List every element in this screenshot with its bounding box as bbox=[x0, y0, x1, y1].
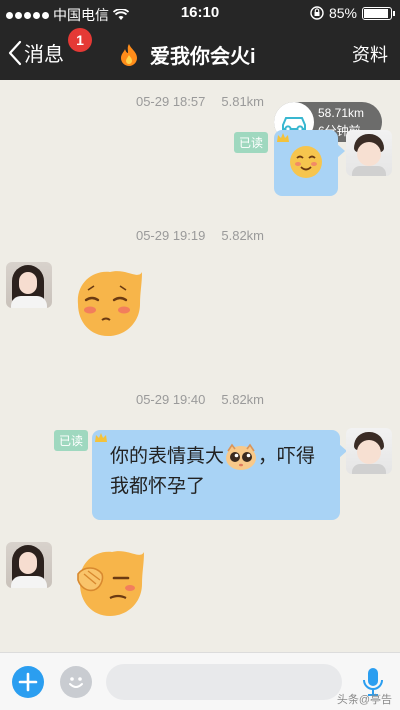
big-eyed-cat-emoji-icon bbox=[226, 443, 257, 470]
contact-avatar[interactable] bbox=[6, 542, 52, 588]
message-input[interactable] bbox=[106, 664, 342, 700]
bubble-tail bbox=[337, 144, 345, 158]
plus-icon bbox=[18, 672, 38, 692]
watermark-text: 头条@亭告 bbox=[336, 694, 392, 706]
smiley-face-icon bbox=[69, 677, 83, 688]
blushing-smile-emoji-icon bbox=[290, 146, 322, 178]
status-bar: 中国电信 16:10 85% bbox=[0, 0, 400, 26]
nav-bar: 消息 1 爱我你会火i 资料 bbox=[0, 26, 400, 80]
facepalm-emoji-sticker[interactable] bbox=[70, 544, 148, 620]
vip-crown-icon bbox=[277, 133, 289, 142]
sent-text-bubble[interactable]: 你的表情真大 ，吓得我都怀孕了 bbox=[92, 430, 347, 520]
timestamp-date: 05-29 19:40 bbox=[135, 392, 206, 407]
vip-crown-icon bbox=[95, 433, 107, 442]
profile-button[interactable]: 资料 bbox=[352, 41, 388, 67]
my-avatar[interactable] bbox=[346, 130, 392, 176]
message-timestamp: 05-29 19:40 5.82km bbox=[0, 392, 400, 407]
contact-name: 爱我你会火i bbox=[150, 46, 256, 68]
emoji-button[interactable] bbox=[60, 666, 92, 698]
timestamp-distance: 5.82km bbox=[221, 392, 265, 407]
chevron-left-icon bbox=[8, 40, 22, 65]
message-timestamp: 05-29 19:19 5.82km bbox=[0, 228, 400, 243]
battery-percent: 85% bbox=[328, 5, 357, 21]
timestamp-distance: 5.82km bbox=[221, 228, 265, 243]
message-text: 你的表情真大 ，吓得我都怀孕了 bbox=[110, 442, 330, 502]
read-status: 已读 bbox=[234, 132, 269, 153]
shy-sleepy-emoji-sticker[interactable] bbox=[68, 264, 146, 340]
contact-avatar[interactable] bbox=[6, 262, 52, 308]
battery-fill bbox=[364, 8, 388, 18]
battery-icon bbox=[362, 6, 395, 20]
plus-button[interactable] bbox=[12, 666, 44, 698]
message-text-part1: 你的表情真大 bbox=[110, 446, 225, 467]
timestamp-distance: 5.81km bbox=[221, 94, 265, 109]
timestamp-date: 05-29 18:57 bbox=[135, 94, 206, 109]
chat-title: 爱我你会火i bbox=[118, 40, 256, 69]
unread-badge: 1 bbox=[68, 28, 92, 52]
chat-area[interactable]: 05-29 18:57 5.81km 58.71km 6分钟前 已读 05-29 … bbox=[0, 80, 400, 652]
battery-group: 85% bbox=[310, 5, 395, 21]
timestamp-date: 05-29 19:19 bbox=[135, 228, 206, 243]
sent-emoji-bubble[interactable] bbox=[274, 130, 345, 196]
back-button[interactable]: 消息 bbox=[8, 38, 64, 67]
back-label: 消息 bbox=[24, 44, 64, 66]
my-avatar[interactable] bbox=[346, 428, 392, 474]
read-status: 已读 bbox=[54, 430, 89, 451]
input-bar: 头条@亭告 bbox=[0, 652, 400, 710]
rotation-lock-icon bbox=[310, 6, 324, 20]
fire-icon bbox=[121, 43, 137, 66]
location-distance: 58.71km bbox=[318, 106, 365, 120]
